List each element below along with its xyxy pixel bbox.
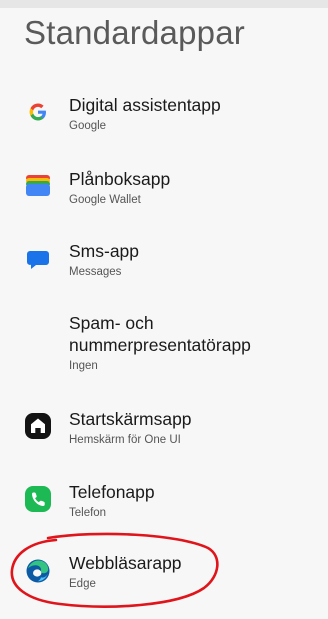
item-title: Startskärmsapp (69, 409, 192, 429)
list-item-phone[interactable]: Telefonapp Telefon (0, 479, 328, 529)
item-title: Webbläsarapp (69, 553, 182, 573)
item-subtitle: Messages (69, 266, 122, 278)
list-item-digital-assistant[interactable]: Digital assistentapp Google (0, 92, 328, 142)
page-title: Standardappar (24, 14, 245, 51)
item-subtitle: Telefon (69, 507, 107, 519)
list-item-spam-caller-id[interactable]: Spam- och nummerpresentatörapp Ingen (0, 312, 328, 376)
item-title: Sms-app (69, 241, 140, 261)
item-subtitle: Hemskärm för One UI (69, 434, 181, 446)
status-bar-strip (0, 0, 328, 8)
item-title: Plånboksapp (69, 169, 171, 189)
google-wallet-icon (26, 175, 50, 196)
item-subtitle: Edge (69, 578, 96, 590)
item-title: Telefonapp (69, 482, 155, 502)
list-item-wallet[interactable]: Plånboksapp Google Wallet (0, 165, 328, 215)
list-item-browser[interactable]: Webbläsarapp Edge (0, 551, 328, 601)
list-item-home-screen[interactable]: Startskärmsapp Hemskärm för One UI (0, 406, 328, 456)
google-g-icon (29, 103, 46, 121)
edge-icon (26, 559, 50, 583)
item-subtitle: Google Wallet (69, 194, 141, 206)
list-item-sms[interactable]: Sms-app Messages (0, 238, 328, 288)
item-subtitle: Google (69, 120, 107, 132)
home-icon (25, 413, 51, 439)
messages-icon (27, 251, 49, 269)
phone-icon (25, 486, 51, 512)
item-title: Spam- och nummerpresentatörapp (69, 313, 251, 355)
item-title: Digital assistentapp (69, 95, 221, 115)
item-subtitle: Ingen (69, 360, 98, 372)
